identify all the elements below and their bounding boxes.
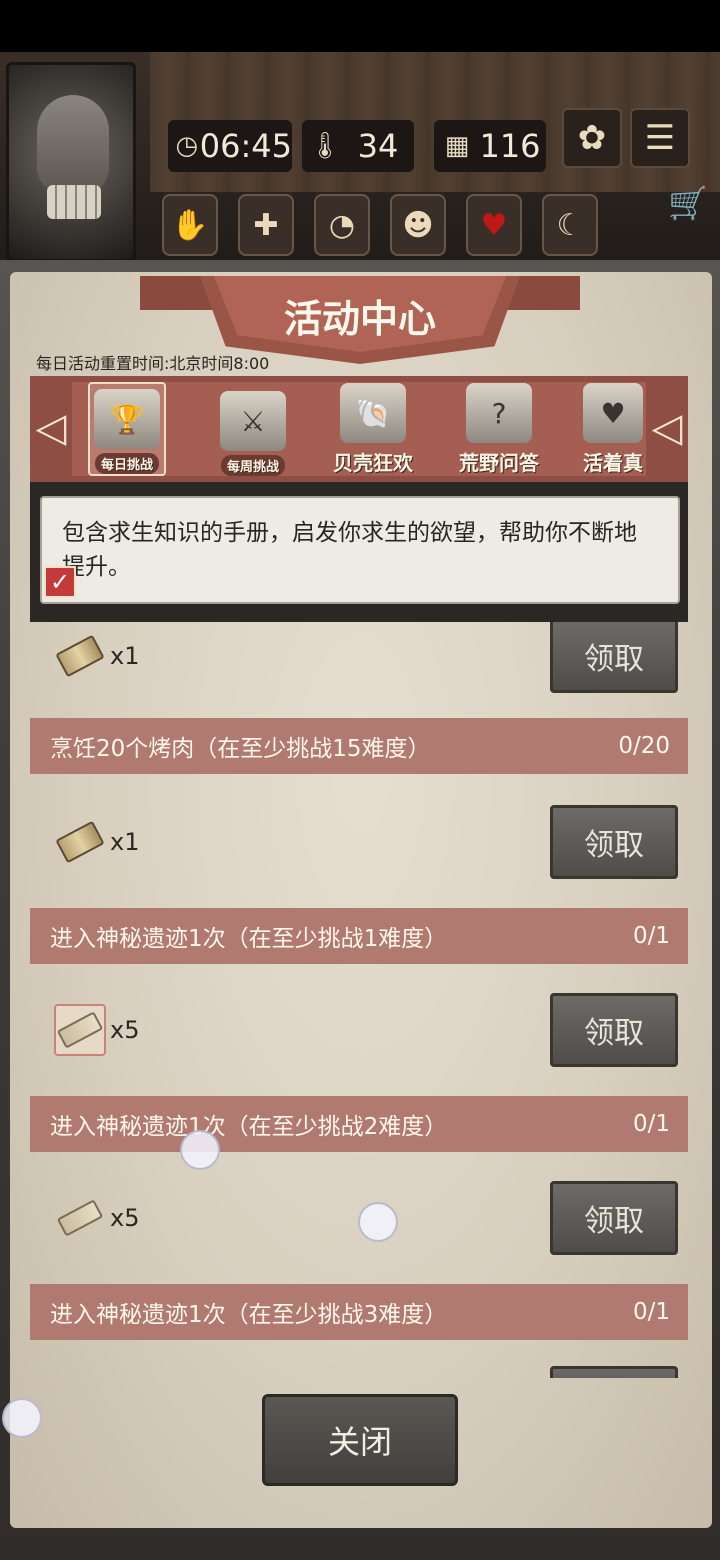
medical-button[interactable]: ✚ xyxy=(238,194,294,256)
moon-sleep-icon: ☾ xyxy=(556,207,584,243)
manual-book-icon[interactable] xyxy=(54,816,106,868)
shopping-cart-icon[interactable]: 🛒 xyxy=(668,184,712,228)
task-header: 进入神秘遗迹1次（在至少挑战2难度） 0/1 xyxy=(30,1096,688,1152)
sunflower-icon: ✿ xyxy=(577,118,607,158)
task-header: 烹饪20个烤肉（在至少挑战15难度） 0/20 xyxy=(30,718,688,774)
claim-button[interactable]: 领取 xyxy=(550,805,678,879)
thermometer-icon: 🌡 xyxy=(308,131,342,161)
claim-button[interactable] xyxy=(550,1366,678,1378)
reward-quantity: x1 xyxy=(110,828,140,856)
paper-scroll-icon[interactable] xyxy=(54,1004,106,1056)
item-tooltip: 包含求生知识的手册，启发你求生的欲望，帮助你不断地提升。 xyxy=(40,496,680,604)
task-title: 烹饪20个烤肉（在至少挑战15难度） xyxy=(50,736,431,762)
reward-row xyxy=(30,1340,688,1378)
time-display: ◷ 06:45 xyxy=(168,120,292,172)
character-avatar[interactable] xyxy=(6,62,136,262)
tab-label: 贝壳狂欢 xyxy=(333,451,413,475)
reset-time-note: 每日活动重置时间:北京时间8:00 xyxy=(36,354,270,373)
claim-button[interactable]: 领取 xyxy=(550,1181,678,1255)
tab-weekly-challenge[interactable]: ⚔ 每周挑战 xyxy=(214,382,292,476)
chevron-left-icon: ◁ xyxy=(651,405,683,451)
days-display: ▦ 116 xyxy=(434,120,546,172)
mind-button[interactable]: ☻ xyxy=(390,194,446,256)
time-value: 06:45 xyxy=(199,127,292,165)
task-list[interactable]: x1 领取 烹饪20个烤肉（在至少挑战15难度） 0/20 x1 领取 进入神秘… xyxy=(30,622,688,1378)
avatar-teeth xyxy=(47,185,101,219)
reward-quantity: x5 xyxy=(110,1016,140,1044)
calendar-icon: ▦ xyxy=(444,131,470,161)
page-title: 活动中心 xyxy=(283,297,436,341)
tab-wild-quiz[interactable]: ? 荒野问答 xyxy=(459,382,539,476)
tab-alive[interactable]: ♥ 活着真 xyxy=(580,382,646,476)
close-button[interactable]: 关闭 xyxy=(262,1394,458,1486)
tooltip-text: 包含求生知识的手册，启发你求生的欲望，帮助你不断地提升。 xyxy=(62,520,637,580)
reward-row: x1 领取 xyxy=(30,622,688,722)
shell-icon: 🐚 xyxy=(340,383,406,443)
temperature-value: 34 xyxy=(357,127,399,165)
medical-cross-icon: ✚ xyxy=(253,207,279,243)
tab-daily-challenge[interactable]: 🏆 每日挑战 xyxy=(88,382,166,476)
tab-label: 每周挑战 xyxy=(220,455,285,476)
temperature-display: 🌡 34 xyxy=(302,120,414,172)
menu-icon: ☰ xyxy=(644,118,676,158)
task-header: 进入神秘遗迹1次（在至少挑战3难度） 0/1 xyxy=(30,1284,688,1340)
chevron-left-icon: ◁ xyxy=(35,405,67,451)
task-title: 进入神秘遗迹1次（在至少挑战1难度） xyxy=(50,926,448,952)
tab-label: 荒野问答 xyxy=(459,451,539,475)
touch-indicator xyxy=(358,1202,398,1242)
checkbox[interactable]: ✓ xyxy=(44,566,76,598)
reward-row: x1 领取 xyxy=(30,776,688,908)
tab-label: 每日挑战 xyxy=(94,453,159,474)
task-progress: 0/1 xyxy=(632,923,670,949)
touch-indicator xyxy=(2,1398,42,1438)
task-title: 进入神秘遗迹1次（在至少挑战2难度） xyxy=(50,1114,448,1140)
hand-bandage-button[interactable]: ✋ xyxy=(162,194,218,256)
task-title: 进入神秘遗迹1次（在至少挑战3难度） xyxy=(50,1302,448,1328)
checkmark-icon: ✓ xyxy=(49,568,71,596)
status-bar xyxy=(0,0,720,52)
task-progress: 0/20 xyxy=(618,733,670,759)
tabs-right-arrow[interactable]: ◁ xyxy=(646,378,688,478)
reward-quantity: x1 xyxy=(110,642,140,670)
task-progress: 0/1 xyxy=(632,1111,670,1137)
tab-shell-carnival[interactable]: 🐚 贝壳狂欢 xyxy=(333,382,413,476)
head-mind-icon: ☻ xyxy=(402,207,434,243)
question-bubble-icon: ? xyxy=(466,383,532,443)
task-progress: 0/1 xyxy=(632,1299,670,1325)
touch-indicator xyxy=(180,1130,220,1170)
sunflower-button[interactable]: ✿ xyxy=(562,108,622,168)
clock-icon: ◷ xyxy=(175,131,199,161)
manual-book-icon[interactable] xyxy=(54,630,106,682)
trophy-icon: 🏆 xyxy=(94,389,160,449)
tabs-left-arrow[interactable]: ◁ xyxy=(30,378,72,478)
heart-button[interactable]: ♥ xyxy=(466,194,522,256)
hand-bandage-icon: ✋ xyxy=(171,207,209,243)
tab-label: 活着真 xyxy=(583,451,643,475)
reward-quantity: x5 xyxy=(110,1204,140,1232)
sleep-button[interactable]: ☾ xyxy=(542,194,598,256)
calendar-heart-icon: ♥ xyxy=(583,383,643,443)
trophy-swords-icon: ⚔ xyxy=(220,391,286,451)
task-header: 进入神秘遗迹1次（在至少挑战1难度） 0/1 xyxy=(30,908,688,964)
reward-row: x5 领取 xyxy=(30,964,688,1096)
claim-button[interactable]: 领取 xyxy=(550,622,678,693)
stomach-button[interactable]: ◔ xyxy=(314,194,370,256)
menu-button[interactable]: ☰ xyxy=(630,108,690,168)
days-value: 116 xyxy=(479,127,541,165)
claim-button[interactable]: 领取 xyxy=(550,993,678,1067)
stomach-icon: ◔ xyxy=(328,207,356,243)
paper-scroll-icon[interactable] xyxy=(54,1192,106,1244)
heart-icon: ♥ xyxy=(480,207,508,243)
avatar-face xyxy=(37,95,109,195)
